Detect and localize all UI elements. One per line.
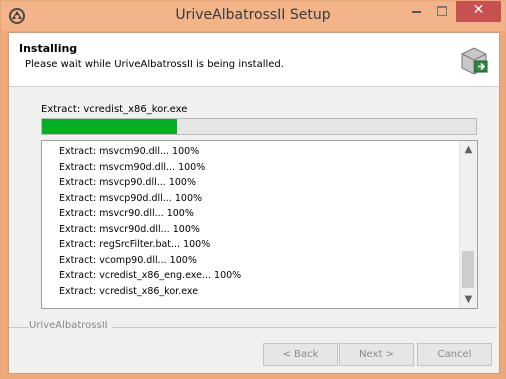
setup-window: UriveAlbatrossII Setup ✕ Installing Plea… — [0, 0, 506, 379]
dialog-header: Installing Please wait while UriveAlbatr… — [9, 33, 499, 87]
close-button[interactable]: ✕ — [456, 1, 501, 22]
setup-box-icon — [461, 47, 488, 75]
current-file-label: Extract: vcredist_x86_kor.exe — [41, 104, 188, 115]
log-line: Extract: msvcm90.dll... 100% — [59, 146, 200, 157]
log-line: Extract: msvcm90d.dll... 100% — [59, 161, 206, 173]
close-icon: ✕ — [472, 2, 485, 18]
next-button[interactable]: Next > — [339, 343, 414, 366]
title-bar[interactable]: UriveAlbatrossII Setup ✕ — [1, 1, 505, 31]
install-progress-bar — [41, 118, 477, 135]
progress-fill — [42, 119, 177, 134]
branding-text: UriveAlbatrossII — [29, 320, 112, 331]
log-line: Extract: regSrcFilter.bat... 100% — [59, 239, 211, 250]
install-log[interactable]: Extract: msvcm90.dll... 100% Extract: msv… — [41, 140, 478, 309]
log-scrollbar[interactable]: ▲ ▼ — [459, 141, 477, 308]
header-subtitle: Please wait while UriveAlbatrossII is be… — [25, 59, 284, 70]
log-line: Extract: vcomp90.dll... 100% — [59, 254, 197, 266]
scroll-thumb[interactable] — [462, 251, 474, 288]
minimize-button[interactable] — [403, 1, 429, 22]
scroll-down-arrow-icon[interactable]: ▼ — [460, 291, 477, 308]
log-line: Extract: msvcp90.dll... 100% — [59, 177, 196, 188]
maximize-button[interactable] — [429, 1, 455, 22]
log-line: Extract: msvcp90d.dll... 100% — [59, 192, 203, 204]
scroll-up-arrow-icon[interactable]: ▲ — [460, 141, 477, 158]
log-line: Extract: msvcr90.dll... 100% — [59, 208, 194, 219]
log-line: Extract: vcredist_x86_kor.exe — [59, 285, 199, 297]
cancel-button[interactable]: Cancel — [417, 343, 492, 366]
header-title: Installing — [19, 42, 78, 55]
log-line: Extract: vcredist_x86_eng.exe... 100% — [59, 270, 242, 281]
log-line: Extract: msvcr90d.dll... 100% — [59, 223, 200, 235]
back-button[interactable]: < Back — [263, 343, 338, 366]
